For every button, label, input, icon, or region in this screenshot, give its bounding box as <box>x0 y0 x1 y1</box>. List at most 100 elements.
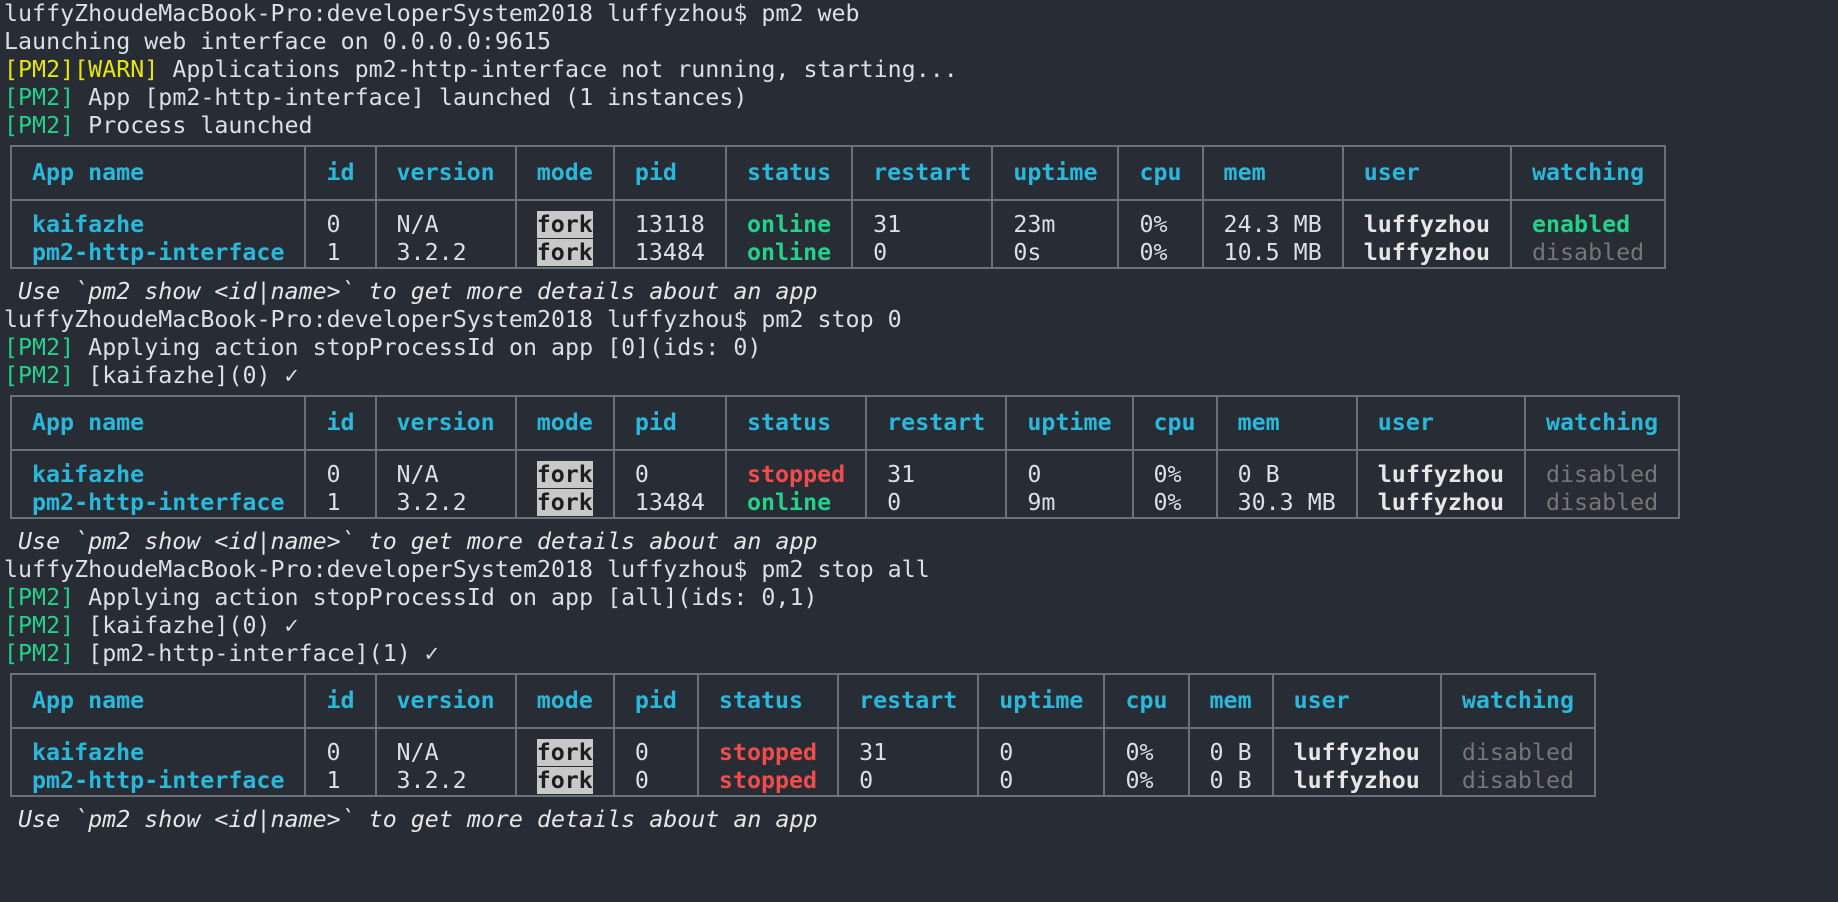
version-value: N/A <box>396 211 439 238</box>
command-line: luffyZhoudeMacBook-Pro:developerSystem20… <box>4 556 1838 584</box>
command-text: pm2 web <box>761 0 860 27</box>
output-line: [PM2] [pm2-http-interface](1) ✓ <box>4 640 1838 668</box>
uptime-value: 0s <box>1013 239 1042 266</box>
cell-pid: 0 13484 <box>612 450 727 518</box>
cell-user: luffyzhou luffyzhou <box>1271 728 1442 796</box>
uptime-value: 0 <box>999 739 1014 766</box>
pm2-tag: [PM2] <box>4 584 75 611</box>
watching-value: disabled <box>1546 489 1659 516</box>
watching-value: disabled <box>1461 739 1575 766</box>
hint-line: Use `pm2 show <id|name>` to get more det… <box>4 806 818 833</box>
status-badge: stopped <box>746 461 846 488</box>
uptime-value: 0 <box>999 767 1014 794</box>
table-body-row: kaifazhe pm2-http-interface 0 1 N/A 3.2.2 fork… <box>9 200 1667 268</box>
column-header-pid: pid <box>612 396 727 451</box>
pm2-tag: [PM2] <box>4 334 75 361</box>
output-line: [PM2] App [pm2-http-interface] launched … <box>4 84 1838 112</box>
shell-prompt: luffyZhoudeMacBook-Pro:developerSystem20… <box>4 306 762 333</box>
cell-mode: fork fork <box>514 450 615 518</box>
process-table: App name id version mode pid status restart upt… <box>9 395 1681 519</box>
column-header-cpu: cpu <box>1117 146 1204 201</box>
pm2-tag: [PM2] <box>4 362 75 389</box>
command-text: pm2 stop 0 <box>761 306 902 333</box>
column-header-mem: mem <box>1201 146 1344 201</box>
version-value: 3.2.2 <box>396 239 467 266</box>
pm2-tag: [PM2] <box>4 56 75 83</box>
pm2-tag: [PM2] <box>4 612 75 639</box>
cpu-value: 0% <box>1125 767 1154 794</box>
cell-cpu: 0% 0% <box>1103 728 1190 796</box>
id-value: 1 <box>326 767 341 794</box>
pm2-tag: [PM2] <box>4 84 75 111</box>
mode-badge: fork <box>536 739 593 766</box>
uptime-value: 23m <box>1013 211 1056 238</box>
shell-prompt: luffyZhoudeMacBook-Pro:developerSystem20… <box>4 556 762 583</box>
cell-uptime: 23m 0s <box>991 200 1120 268</box>
cell-restart: 31 0 <box>837 728 980 796</box>
user-value: luffyzhou <box>1293 767 1420 794</box>
watching-value: disabled <box>1546 461 1659 488</box>
output-line: [PM2] [kaifazhe](0) ✓ <box>4 612 1838 640</box>
table-body-row: kaifazhe pm2-http-interface 0 1 N/A 3.2.2 fork… <box>9 450 1681 518</box>
column-header-watching: watching <box>1523 396 1681 451</box>
command-line: luffyZhoudeMacBook-Pro:developerSystem20… <box>4 0 1838 28</box>
cell-user: luffyzhou luffyzhou <box>1341 200 1512 268</box>
cell-app-name: kaifazhe pm2-http-interface <box>9 200 307 268</box>
terminal-window[interactable]: luffyZhoudeMacBook-Pro:developerSystem20… <box>0 0 1838 834</box>
table-header-row: App name id version mode pid status restart upt… <box>9 396 1681 451</box>
column-header-user: user <box>1355 396 1527 451</box>
status-badge: online <box>746 211 832 238</box>
pid-value: 0 <box>634 461 649 488</box>
cell-version: N/A 3.2.2 <box>374 200 517 268</box>
cell-cpu: 0% 0% <box>1117 200 1204 268</box>
output-line: [PM2] Applying action stopProcessId on a… <box>4 334 1838 362</box>
cpu-value: 0% <box>1139 211 1168 238</box>
column-header-uptime: uptime <box>1005 396 1134 451</box>
column-header-uptime: uptime <box>977 674 1106 729</box>
user-value: luffyzhou <box>1377 461 1504 488</box>
cpu-value: 0% <box>1125 739 1154 766</box>
app-name-value: kaifazhe <box>32 461 145 488</box>
cell-mode: fork fork <box>514 728 615 796</box>
output-text: Process launched <box>74 112 313 139</box>
column-header-version: version <box>374 674 517 729</box>
app-name-value: kaifazhe <box>32 211 145 238</box>
output-text: [pm2-http-interface](1) ✓ <box>74 640 439 667</box>
cell-id: 01 <box>304 450 377 518</box>
cell-version: N/A 3.2.2 <box>374 728 517 796</box>
table-header-row: App name id version mode pid status restart upt… <box>9 146 1667 201</box>
watching-value: enabled <box>1531 211 1631 238</box>
output-text: [kaifazhe](0) ✓ <box>74 362 299 389</box>
column-header-restart: restart <box>837 674 980 729</box>
mode-badge: fork <box>536 211 593 238</box>
cell-uptime: 00 <box>977 728 1106 796</box>
uptime-value: 9m <box>1027 489 1056 516</box>
restart-value: 0 <box>859 767 874 794</box>
column-header-pid: pid <box>612 146 727 201</box>
cell-app-name: kaifazhe pm2-http-interface <box>9 450 307 518</box>
output-line: [PM2] Process launched <box>4 112 1838 140</box>
cell-restart: 31 0 <box>865 450 1008 518</box>
mode-badge: fork <box>536 489 593 516</box>
mem-value: 24.3 MB <box>1223 211 1322 238</box>
restart-value: 31 <box>887 461 916 488</box>
column-header-user: user <box>1341 146 1512 201</box>
column-header-status: status <box>696 674 840 729</box>
cpu-value: 0% <box>1153 461 1182 488</box>
column-header-mem: mem <box>1187 674 1274 729</box>
cell-pid: 00 <box>612 728 699 796</box>
version-value: 3.2.2 <box>396 767 467 794</box>
column-header-mode: mode <box>514 146 615 201</box>
mem-value: 10.5 MB <box>1223 239 1322 266</box>
mem-value: 0 B <box>1237 461 1280 488</box>
version-value: N/A <box>396 461 439 488</box>
cell-watching: disabled disabled <box>1523 450 1681 518</box>
output-line: [PM2] Applying action stopProcessId on a… <box>4 584 1838 612</box>
id-value: 0 <box>326 461 341 488</box>
column-header-pid: pid <box>612 674 699 729</box>
column-header-app-name: App name <box>9 146 307 201</box>
id-value: 0 <box>326 739 341 766</box>
mode-badge: fork <box>536 239 593 266</box>
output-line: [PM2][WARN] Applications pm2-http-interf… <box>4 56 1838 84</box>
column-header-mem: mem <box>1215 396 1358 451</box>
